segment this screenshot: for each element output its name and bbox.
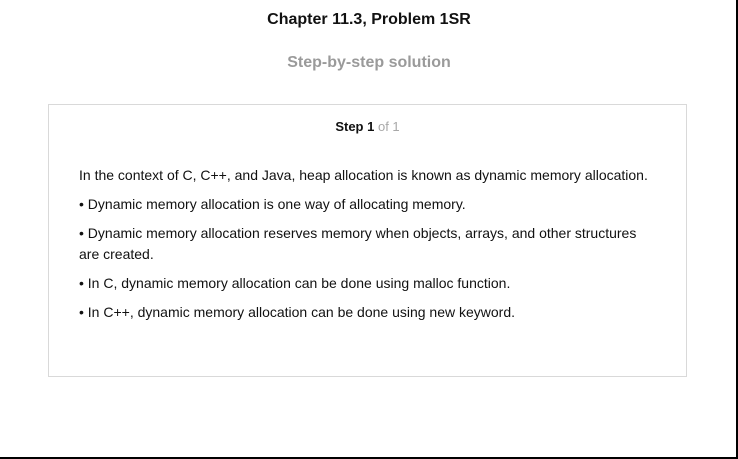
page-title: Chapter 11.3, Problem 1SR <box>267 11 471 28</box>
step-bullet: • Dynamic memory allocation is one way o… <box>79 196 466 212</box>
step-paragraph: In the context of C, C++, and Java, heap… <box>79 167 648 183</box>
step-count: of 1 <box>377 119 400 134</box>
step-bullet: • In C++, dynamic memory allocation can … <box>79 304 516 320</box>
step-card: Step 1 of 1 In the context of C, C++, an… <box>48 104 687 377</box>
step-label: Step 1 <box>335 119 375 134</box>
step-body: In the context of C, C++, and Java, heap… <box>79 165 659 331</box>
solution-subtitle: Step-by-step solution <box>287 54 451 71</box>
step-bullet: • In C, dynamic memory allocation can be… <box>79 275 511 291</box>
step-header: Step 1 of 1 <box>49 119 686 134</box>
step-bullet: • Dynamic memory allocation reserves mem… <box>79 225 637 262</box>
